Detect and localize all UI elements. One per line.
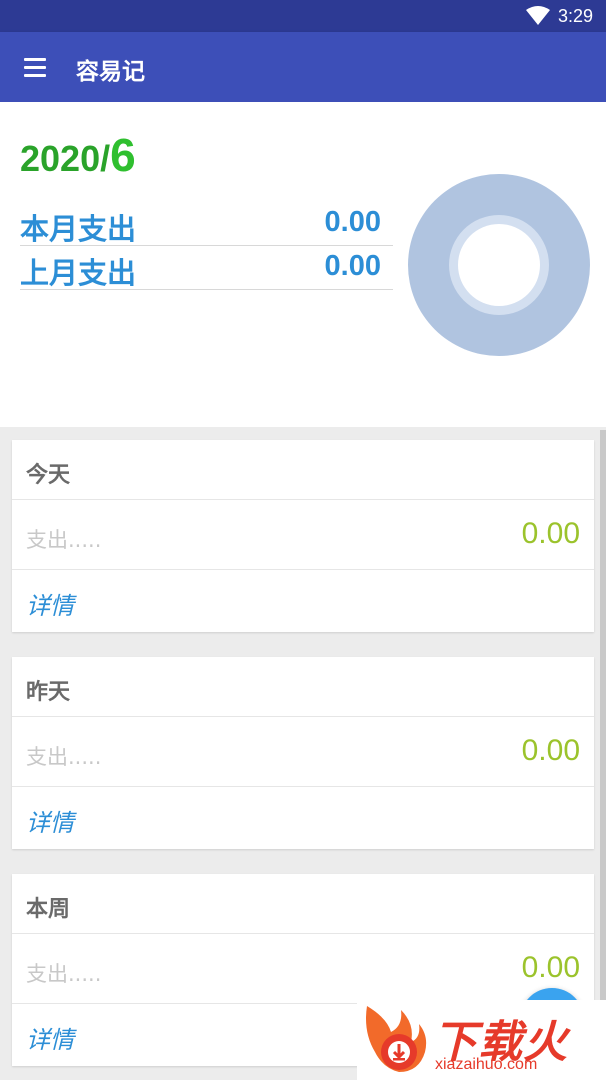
card-expense-row: 支出..... 0.00 <box>12 934 594 1004</box>
details-link-today[interactable]: 详情 <box>12 570 594 632</box>
last-month-expense-label: 上月支出 <box>20 256 137 290</box>
expense-hint: 支出..... <box>26 745 102 769</box>
card-expense-row: 支出..... 0.00 <box>12 500 594 570</box>
expense-amount: 0.00 <box>521 517 580 550</box>
status-bar: 3:29 <box>0 0 606 32</box>
details-link-label[interactable]: 详情 <box>26 1020 74 1055</box>
month-label: 6 <box>110 129 136 181</box>
watermark: 下载火 xiazaihuo.com <box>357 1000 606 1080</box>
card-today: 今天 支出..... 0.00 详情 <box>12 440 594 632</box>
expense-hint: 支出..... <box>26 962 102 986</box>
donut-center <box>458 224 540 306</box>
year-month-heading: 2020/6 <box>20 128 136 182</box>
watermark-url: xiazaihuo.com <box>435 1056 538 1073</box>
last-month-expense-row: 上月支出 0.00 <box>20 246 393 290</box>
card-title: 今天 <box>26 463 71 488</box>
app-title: 容易记 <box>76 59 145 85</box>
this-month-expense-value: 0.00 <box>324 206 381 238</box>
last-month-expense-value: 0.00 <box>324 250 381 282</box>
card-header: 本周 <box>12 874 594 934</box>
details-link-label[interactable]: 详情 <box>26 586 74 621</box>
app-bar: 容易记 <box>0 32 606 102</box>
scrollbar[interactable] <box>600 430 606 1080</box>
card-title: 本周 <box>26 897 71 922</box>
monthly-summary: 2020/6 本月支出 0.00 上月支出 0.00 <box>0 102 606 427</box>
wifi-icon <box>526 6 550 25</box>
menu-icon[interactable] <box>14 46 56 88</box>
this-month-expense-row: 本月支出 0.00 <box>20 202 393 246</box>
card-yesterday: 昨天 支出..... 0.00 详情 <box>12 657 594 849</box>
card-header: 昨天 <box>12 657 594 717</box>
details-link-yesterday[interactable]: 详情 <box>12 787 594 849</box>
card-expense-row: 支出..... 0.00 <box>12 717 594 787</box>
this-month-expense-label: 本月支出 <box>20 212 137 246</box>
expense-hint: 支出..... <box>26 528 102 552</box>
expense-amount: 0.00 <box>521 951 580 984</box>
details-link-label[interactable]: 详情 <box>26 803 74 838</box>
expense-amount: 0.00 <box>521 734 580 767</box>
expense-donut-chart <box>408 174 590 356</box>
status-time: 3:29 <box>558 6 594 26</box>
year-label: 2020/ <box>20 138 111 179</box>
card-title: 昨天 <box>26 680 71 705</box>
flame-download-icon <box>366 1006 427 1072</box>
card-header: 今天 <box>12 440 594 500</box>
